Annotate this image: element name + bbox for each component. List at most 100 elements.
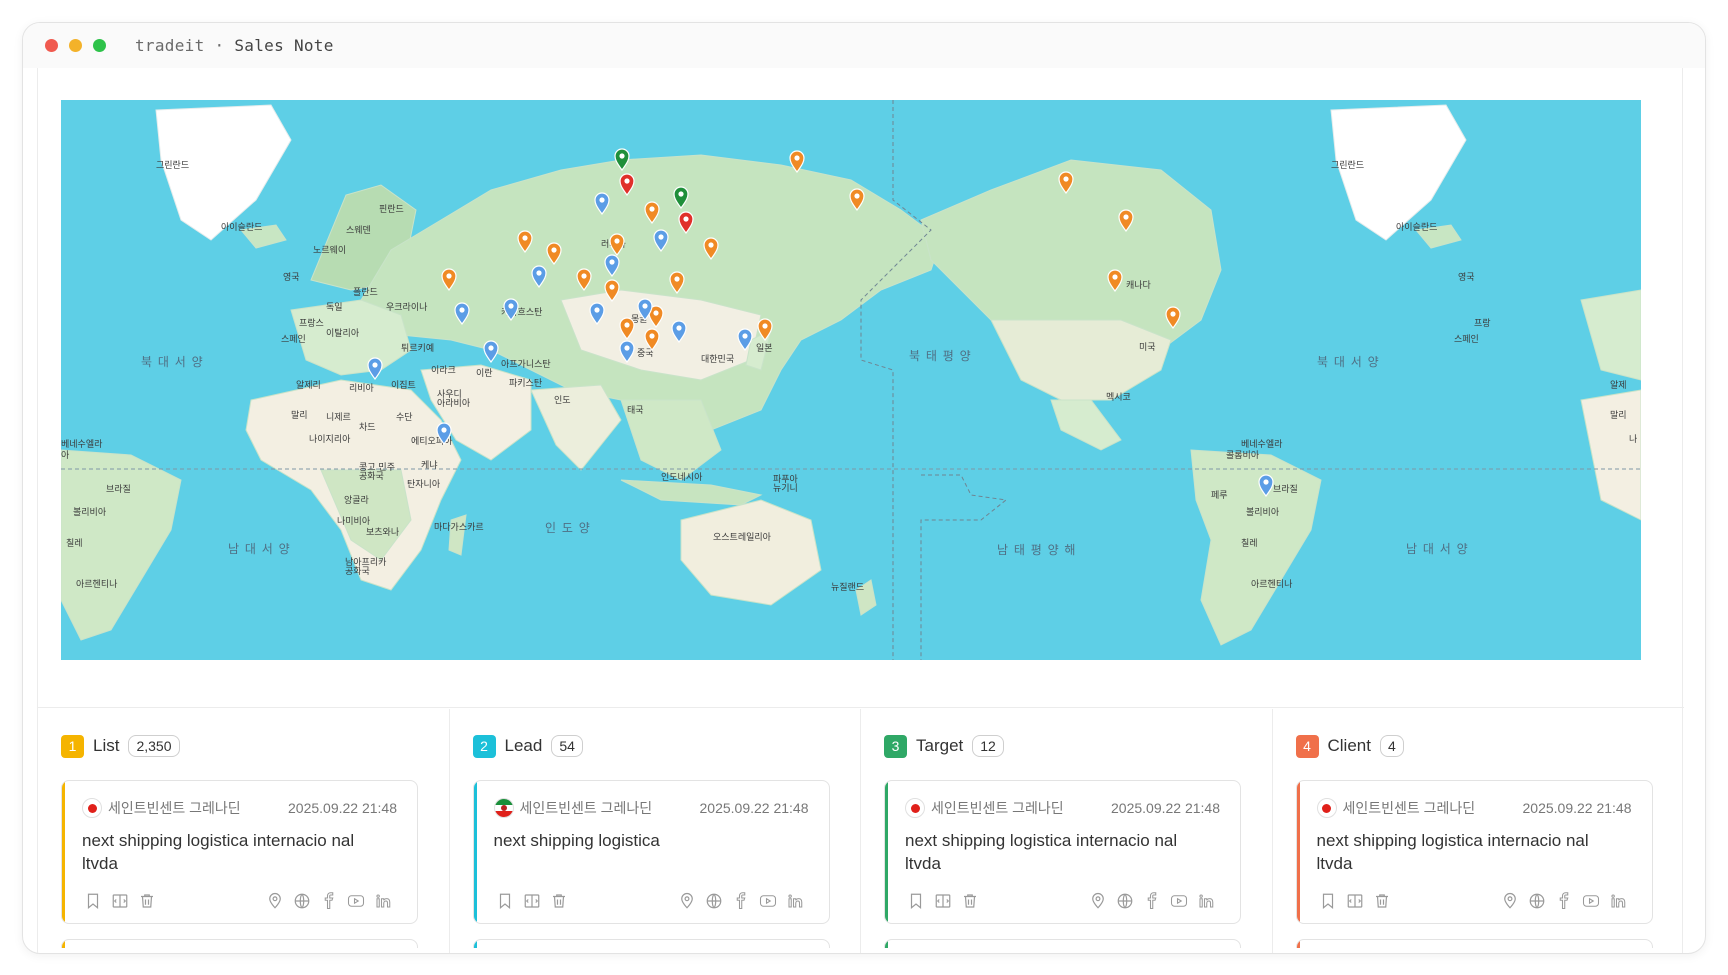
map-marker[interactable] bbox=[367, 357, 383, 381]
map-label-n-atlantic-w: 북 대 서 양 bbox=[141, 355, 204, 369]
map-label-colombia-w: 아 bbox=[61, 450, 70, 461]
map-label-iraq: 이라크 bbox=[431, 365, 456, 376]
card-accent-bar bbox=[473, 781, 477, 923]
location-pin-icon[interactable] bbox=[264, 891, 286, 911]
location-pin-icon[interactable] bbox=[676, 891, 698, 911]
facebook-icon[interactable] bbox=[730, 891, 752, 911]
map-label-australia: 오스트레일리아 bbox=[713, 532, 772, 543]
card-actions bbox=[82, 891, 399, 911]
globe-icon[interactable] bbox=[703, 891, 725, 911]
map-label-png: 파푸아 뉴기니 bbox=[773, 474, 799, 494]
bookmark-icon[interactable] bbox=[905, 891, 927, 911]
compare-icon[interactable] bbox=[1344, 891, 1366, 911]
card-list: 세인트빈센트 그레나딘 2025.09.22 21:48 next shippi… bbox=[38, 709, 449, 948]
globe-icon[interactable] bbox=[1114, 891, 1136, 911]
card-list: 세인트빈센트 그레나딘 2025.09.22 21:48 next shippi… bbox=[450, 709, 861, 948]
globe-icon[interactable] bbox=[1526, 891, 1548, 911]
company-card[interactable]: 세인트빈센트 그레나딘 2025.09.22 21:48 next shippi… bbox=[61, 780, 418, 924]
map-label-angola: 앙골라 bbox=[344, 494, 370, 506]
map-label-bolivia-e: 볼리비아 bbox=[1246, 507, 1280, 518]
company-card[interactable]: 세인트빈센트 그레나딘 2025.09.22 21:48 bbox=[884, 939, 1241, 948]
linkedin-icon[interactable] bbox=[372, 891, 394, 911]
close-window-button[interactable] bbox=[45, 39, 58, 52]
youtube-icon[interactable] bbox=[757, 891, 779, 911]
company-name[interactable]: next shipping logistica internacio nal l… bbox=[1317, 829, 1628, 875]
facebook-icon[interactable] bbox=[1553, 891, 1575, 911]
map-marker[interactable] bbox=[483, 340, 499, 364]
map-label-afghanistan: 아프가니스탄 bbox=[501, 359, 551, 370]
map-label-kenya: 케냐 bbox=[421, 460, 438, 471]
youtube-icon[interactable] bbox=[1168, 891, 1190, 911]
youtube-icon[interactable] bbox=[345, 891, 367, 911]
company-name[interactable]: next shipping logistica internacio nal l… bbox=[82, 829, 393, 875]
title-bar: tradeit · Sales Note bbox=[23, 23, 1705, 68]
compare-icon[interactable] bbox=[109, 891, 131, 911]
card-actions bbox=[1317, 891, 1634, 911]
map-label-n-atlantic-e: 북 대 서 양 bbox=[1317, 355, 1380, 369]
company-card[interactable]: 세인트빈센트 그레나딘 2025.09.22 21:48 next shippi… bbox=[472, 780, 830, 924]
bookmark-icon[interactable] bbox=[1317, 891, 1339, 911]
trash-icon[interactable] bbox=[959, 891, 981, 911]
map-label-canada: 캐나다 bbox=[1126, 280, 1152, 291]
facebook-icon[interactable] bbox=[1141, 891, 1163, 911]
company-card[interactable]: 세인트빈센트 그레나딘 2025.09.22 21:48 next shippi… bbox=[1295, 780, 1653, 924]
world-map[interactable]: 그린란드 아이슬란드 스웨덴 핀란드 노르웨이 영국 폴란드 독일 우크라이나 프랑스 이탈리아 스페… bbox=[61, 100, 1641, 660]
bookmark-icon[interactable] bbox=[82, 891, 104, 911]
company-card[interactable]: 세인트빈센트 그레나딘 2025.09.22 21:48 bbox=[1295, 939, 1653, 948]
map-label-indonesia: 인도네시아 bbox=[661, 472, 703, 483]
title-separator: · bbox=[214, 36, 225, 55]
company-card[interactable]: 세인트빈센트 그레나딘 2025.09.22 21:48 next shippi… bbox=[884, 780, 1241, 924]
map-label-colombia-e: 콜롬비아 bbox=[1226, 450, 1260, 461]
map-label-new-zealand: 뉴질랜드 bbox=[831, 581, 864, 593]
map-label-mali-e: 말리 bbox=[1610, 409, 1627, 421]
card-country: 세인트빈센트 그레나딘 bbox=[519, 800, 653, 816]
trash-icon[interactable] bbox=[1371, 891, 1393, 911]
map-label-egypt: 이집트 bbox=[391, 379, 416, 391]
page-name: Sales Note bbox=[234, 36, 334, 55]
company-name[interactable]: next shipping logistica bbox=[494, 829, 805, 852]
map-label-usa: 미국 bbox=[1139, 342, 1156, 353]
map-label-spain-e: 스페인 bbox=[1454, 334, 1479, 345]
pipeline-columns: 1 List 2,350 세인트빈센트 그레나딘 2025.09.22 21:4… bbox=[38, 709, 1685, 953]
bookmark-icon[interactable] bbox=[494, 891, 516, 911]
map-label-uk-w: 영국 bbox=[283, 272, 300, 283]
company-card[interactable]: 세인트빈센트 그레나딘 2025.09.22 21:48 bbox=[61, 939, 418, 948]
map-label-greenland-w: 그린란드 bbox=[156, 159, 189, 171]
company-card[interactable]: 세인트빈센트 그레나딘 2025.09.22 21:48 bbox=[472, 939, 830, 948]
compare-icon[interactable] bbox=[932, 891, 954, 911]
compare-icon[interactable] bbox=[521, 891, 543, 911]
column-client: 4 Client 4 세인트빈센트 그레나딘 2025.09.22 21:48 … bbox=[1273, 709, 1685, 953]
globe-icon[interactable] bbox=[291, 891, 313, 911]
card-country: 세인트빈센트 그레나딘 bbox=[1342, 800, 1476, 816]
minimize-window-button[interactable] bbox=[69, 39, 82, 52]
country-flag bbox=[905, 798, 925, 818]
linkedin-icon[interactable] bbox=[1607, 891, 1629, 911]
card-accent-bar bbox=[1296, 781, 1300, 923]
trash-icon[interactable] bbox=[136, 891, 158, 911]
facebook-icon[interactable] bbox=[318, 891, 340, 911]
company-name[interactable]: next shipping logistica internacio nal l… bbox=[905, 829, 1216, 875]
map-label-chile-w: 칠레 bbox=[66, 538, 83, 549]
map-label-namibia: 나미비아 bbox=[337, 516, 371, 527]
map-label-chad: 차드 bbox=[359, 421, 376, 433]
linkedin-icon[interactable] bbox=[784, 891, 806, 911]
location-pin-icon[interactable] bbox=[1087, 891, 1109, 911]
trash-icon[interactable] bbox=[548, 891, 570, 911]
map-label-ukraine: 우크라이나 bbox=[386, 302, 427, 313]
map-label-france-w: 프랑스 bbox=[299, 317, 324, 329]
map-panel: 그린란드 아이슬란드 스웨덴 핀란드 노르웨이 영국 폴란드 독일 우크라이나 프랑스 이탈리아 스페… bbox=[38, 68, 1684, 708]
map-label-spain-w: 스페인 bbox=[281, 334, 306, 345]
location-pin-icon[interactable] bbox=[1499, 891, 1521, 911]
maximize-window-button[interactable] bbox=[93, 39, 106, 52]
map-label-greenland-e: 그린란드 bbox=[1331, 159, 1364, 171]
map-label-venezuela-e: 베네수엘라 bbox=[1241, 439, 1283, 450]
map-label-algeria-w: 알제리 bbox=[296, 380, 321, 391]
map-label-brazil-w: 브라질 bbox=[106, 483, 131, 495]
map-label-argentina-w: 아르헨티나 bbox=[76, 578, 117, 590]
map-label-peru-e: 페루 bbox=[1211, 490, 1228, 501]
card-accent-bar bbox=[1296, 940, 1300, 948]
card-country: 세인트빈센트 그레나딘 bbox=[108, 800, 241, 816]
map-label-korea: 대한민국 bbox=[701, 354, 734, 365]
linkedin-icon[interactable] bbox=[1195, 891, 1217, 911]
youtube-icon[interactable] bbox=[1580, 891, 1602, 911]
